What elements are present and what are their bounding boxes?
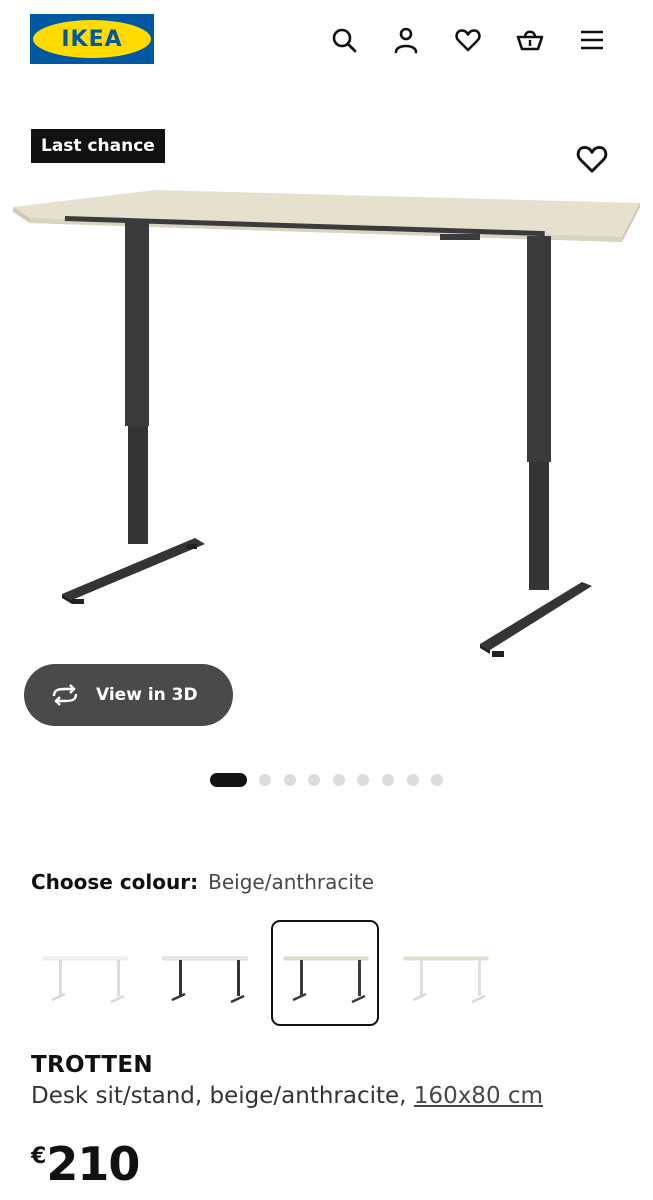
carousel-dot[interactable] [431,774,444,786]
logo-oval: IKEA [33,20,151,58]
view-in-3d-button[interactable]: View in 3D [24,664,233,726]
product-name: TROTTEN [31,1052,153,1078]
carousel-dot-active[interactable] [210,773,247,787]
carousel-dot[interactable] [308,774,321,786]
price-currency: € [31,1144,47,1169]
product-description-text: Desk sit/stand, beige/anthracite, [31,1083,407,1109]
ikea-logo[interactable]: IKEA [30,14,154,64]
image-carousel-indicator [210,773,456,787]
menu-icon[interactable] [576,22,608,58]
site-header: IKEA [0,0,653,80]
carousel-dot[interactable] [381,774,394,786]
colour-swatch-white[interactable] [30,920,138,1026]
logo-text: IKEA [61,26,123,52]
basket-icon[interactable] [514,22,546,58]
carousel-dot[interactable] [357,774,370,786]
carousel-dot[interactable] [283,774,296,786]
profile-icon[interactable] [390,22,422,58]
rotate-3d-icon [52,684,78,706]
price-amount: 210 [46,1137,140,1191]
colour-label: Choose colour: [31,870,199,894]
last-chance-badge: Last chance [31,129,165,163]
carousel-dot[interactable] [259,774,271,786]
view-in-3d-label: View in 3D [96,685,198,705]
product-price: € 210 [31,1137,140,1191]
colour-value: Beige/anthracite [208,870,375,894]
colour-swatch-beige-anthracite[interactable] [271,920,379,1026]
carousel-dot[interactable] [406,774,419,786]
colour-chooser: Choose colour: Beige/anthracite [31,870,374,894]
product-image[interactable] [0,170,653,670]
product-description: Desk sit/stand, beige/anthracite, 160x80… [31,1083,543,1109]
heart-icon[interactable] [452,22,484,58]
product-size-link[interactable]: 160x80 cm [414,1083,543,1109]
carousel-dot[interactable] [332,774,345,786]
colour-swatch-white-black[interactable] [150,920,258,1026]
colour-swatch-beige-white[interactable] [391,920,499,1026]
search-icon[interactable] [328,22,360,58]
